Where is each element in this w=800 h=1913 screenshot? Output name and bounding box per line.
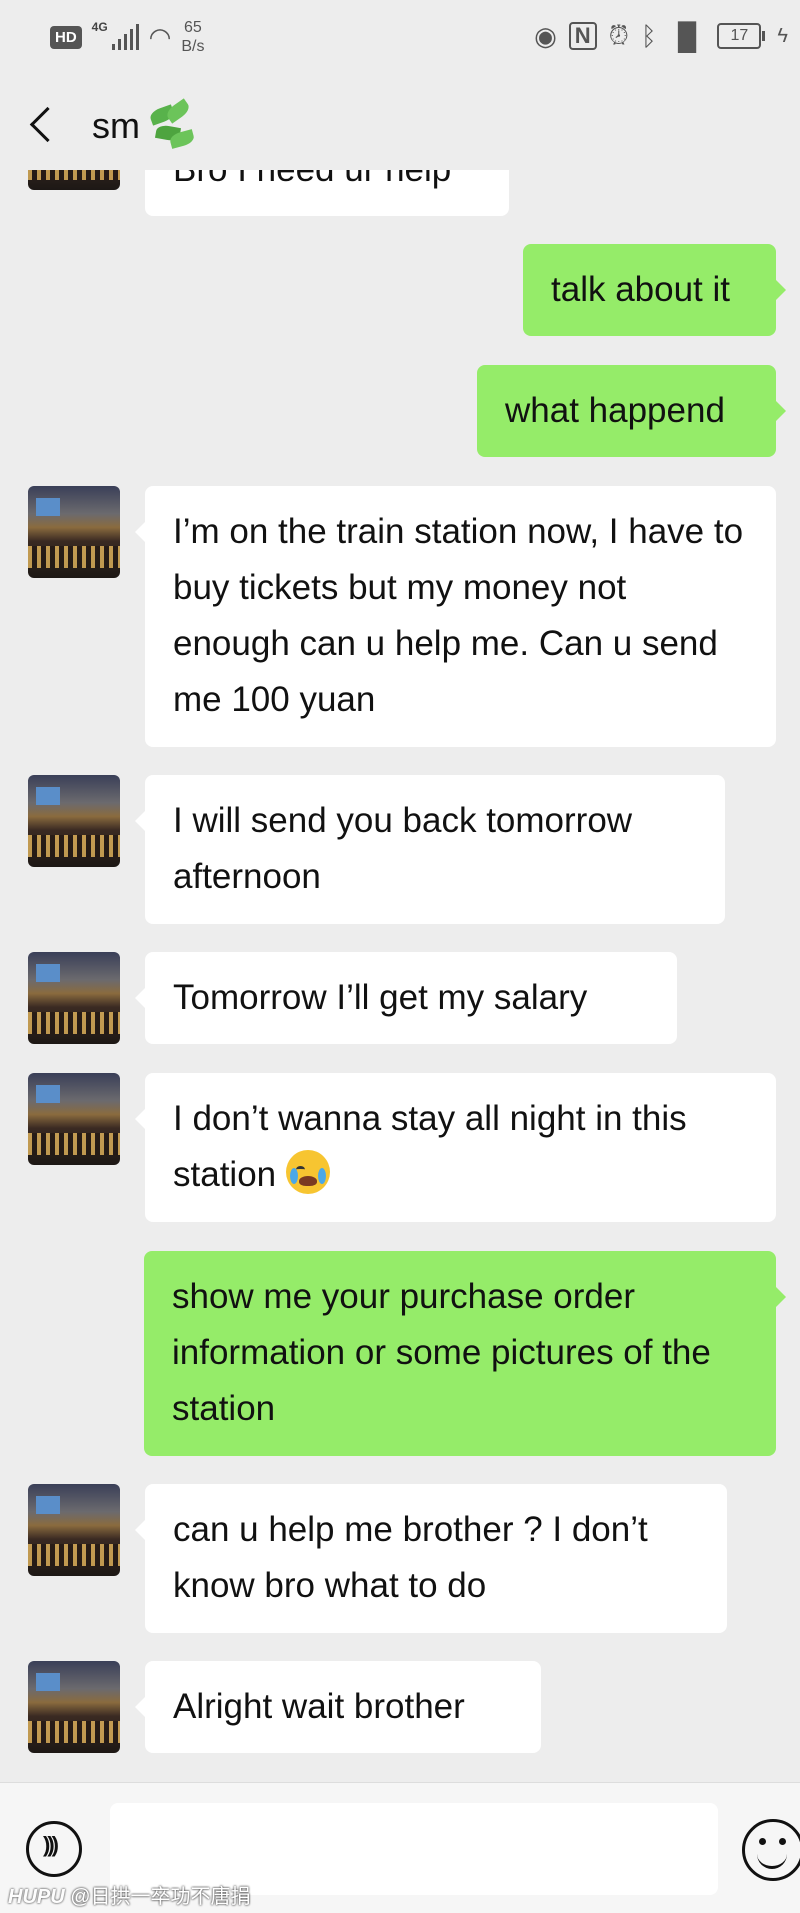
watermark-handle: @日拱一卒功不唐捐: [70, 1886, 251, 1908]
contact-avatar[interactable]: [28, 486, 120, 578]
leaves-emoji-icon: [144, 98, 196, 150]
message-text: I don’t wanna stay all night in this sta…: [173, 1099, 687, 1194]
smiley-icon[interactable]: [742, 1819, 800, 1881]
message-bubble-incoming[interactable]: can u help me brother ? I don’t know bro…: [135, 1484, 727, 1633]
battery-icon: 17: [717, 23, 766, 49]
vibrate-icon: ▐▌: [668, 20, 706, 51]
chat-header: sm: [0, 80, 800, 170]
message-text: what happend: [505, 391, 725, 430]
message-bubble-incoming[interactable]: I don’t wanna stay all night in this sta…: [135, 1073, 776, 1222]
alarm-icon: ⏰︎: [608, 20, 629, 50]
network-speed: 65 B/s: [181, 18, 204, 56]
message-bubble-incoming[interactable]: I’m on the train station now, I have to …: [135, 486, 776, 747]
contact-avatar[interactable]: [28, 1661, 120, 1753]
message-text: show me your purchase order information …: [172, 1277, 711, 1428]
contact-avatar[interactable]: [28, 1484, 120, 1576]
nfc-icon: N: [568, 22, 597, 50]
message-list[interactable]: Bro I need ur help talk about it what ha…: [0, 170, 800, 1780]
battery-level: 17: [717, 23, 762, 49]
back-button[interactable]: [25, 100, 65, 150]
contact-avatar[interactable]: [28, 952, 120, 1044]
message-text: Bro I need ur help: [173, 170, 451, 189]
message-bubble-incoming[interactable]: I will send you back tomorrow afternoon: [135, 775, 725, 924]
eye-icon: ◉: [534, 20, 557, 51]
cell-signal-icon: 4G: [92, 20, 139, 50]
contact-name: sm: [92, 105, 140, 146]
contact-avatar[interactable]: [28, 775, 120, 867]
chat-title: sm: [92, 98, 196, 150]
message-bubble-incoming[interactable]: Tomorrow I’ll get my salary: [135, 952, 677, 1044]
bluetooth-icon: ᛒ: [640, 20, 657, 51]
crying-face-icon: [285, 1150, 330, 1194]
message-text: can u help me brother ? I don’t know bro…: [173, 1510, 648, 1605]
message-text: I’m on the train station now, I have to …: [173, 512, 744, 719]
contact-avatar[interactable]: [28, 1073, 120, 1165]
contact-avatar[interactable]: [28, 170, 120, 190]
charging-icon: ϟ: [777, 24, 788, 47]
voice-icon[interactable]: [26, 1821, 82, 1877]
message-bubble-incoming[interactable]: Alright wait brother: [135, 1661, 541, 1753]
message-bubble-incoming[interactable]: Bro I need ur help: [145, 170, 509, 216]
watermark-brand: HUPU: [8, 1886, 65, 1908]
message-text: Alright wait brother: [173, 1687, 465, 1726]
status-bar: HD 4G ◠ 65 B/s ◉ N ⏰︎ ᛒ ▐▌ 17 ϟ: [0, 0, 800, 70]
message-bubble-outgoing[interactable]: what happend: [477, 365, 786, 457]
hd-indicator: HD: [50, 25, 82, 49]
speed-unit: B/s: [181, 38, 205, 55]
message-bubble-outgoing[interactable]: talk about it: [523, 244, 786, 336]
watermark: HUPU @日拱一卒功不唐捐: [8, 1880, 251, 1909]
speed-value: 65: [184, 19, 202, 36]
message-text: Tomorrow I’ll get my salary: [173, 978, 588, 1017]
message-bubble-outgoing[interactable]: show me your purchase order information …: [144, 1251, 786, 1456]
wifi-icon: ◠: [148, 21, 172, 52]
message-text: talk about it: [551, 270, 730, 309]
network-type: 4G: [91, 20, 108, 34]
message-text: I will send you back tomorrow afternoon: [173, 801, 633, 896]
